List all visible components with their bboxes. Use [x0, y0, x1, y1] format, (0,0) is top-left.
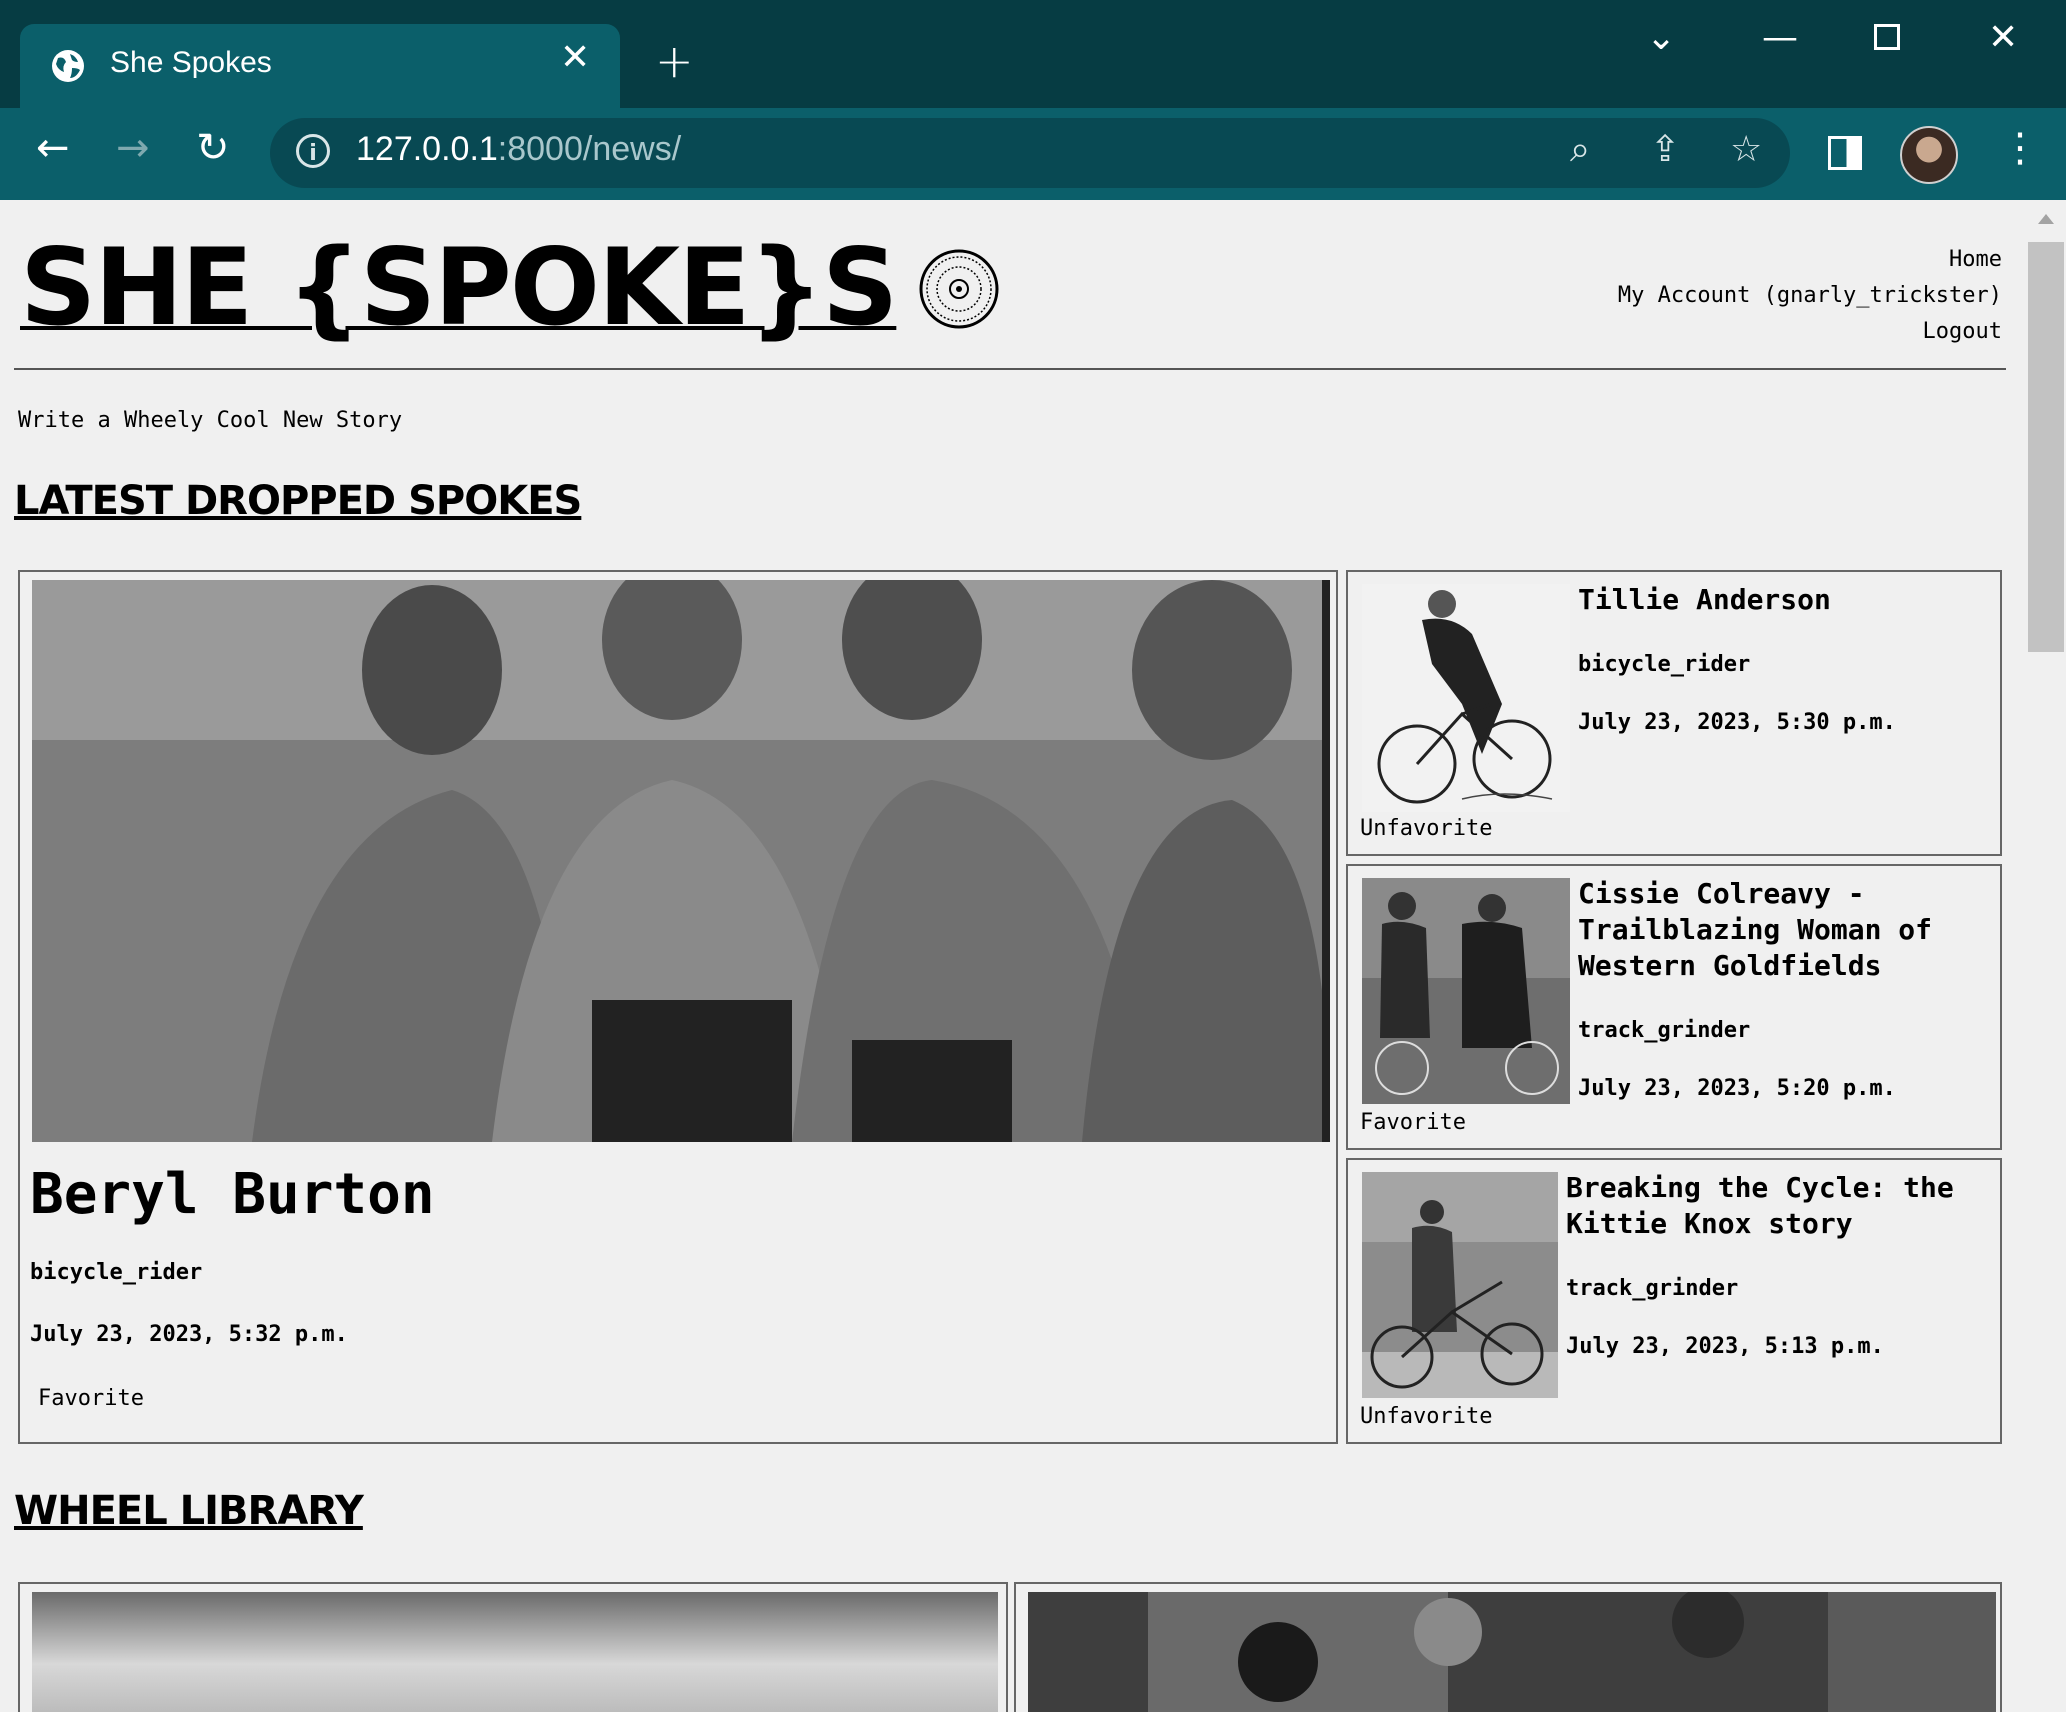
featured-story-date: July 23, 2023, 5:32 p.m.: [30, 1322, 348, 1347]
featured-story-image[interactable]: [32, 580, 1330, 1142]
featured-story-author: bicycle_rider: [30, 1260, 203, 1285]
tab-search-icon[interactable]: ⌄: [1646, 20, 1676, 56]
side-favorite-button[interactable]: Unfavorite: [1360, 1404, 1492, 1429]
nav-my-account-link[interactable]: My Account (gnarly_trickster): [1618, 278, 2002, 314]
nav-home-link[interactable]: Home: [1618, 242, 2002, 278]
menu-kebab-icon[interactable]: ⋮: [2000, 128, 2040, 168]
reload-icon[interactable]: ↻: [196, 128, 230, 168]
forward-icon[interactable]: →: [116, 128, 150, 168]
library-card[interactable]: [1014, 1582, 2002, 1712]
browser-tab[interactable]: She Spokes ✕: [20, 24, 620, 108]
side-story-date: July 23, 2023, 5:13 p.m.: [1566, 1334, 1884, 1359]
library-card-image[interactable]: [1028, 1592, 1996, 1712]
header-divider: [14, 368, 2006, 370]
tab-close-icon[interactable]: ✕: [560, 40, 590, 76]
share-icon[interactable]: ⇪: [1650, 132, 1680, 168]
side-story-title[interactable]: Tillie Anderson: [1578, 582, 1988, 618]
library-card-image[interactable]: [32, 1592, 998, 1712]
side-story-date: July 23, 2023, 5:30 p.m.: [1578, 710, 1896, 735]
latest-heading: LATEST DROPPED SPOKES: [14, 478, 582, 524]
bicycle-wheel-icon: [919, 249, 999, 329]
side-story-image[interactable]: [1362, 584, 1570, 812]
page-content: SHE {SPOKE}S Home My Account (gnarly_tri…: [0, 200, 2026, 1712]
browser-toolbar: ← → ↻ i 127.0.0.1:8000/news/ ⌕ ⇪ ☆ ⋮: [0, 108, 2066, 200]
browser-tab-bar: She Spokes ✕ + ⌄ — ✕: [0, 0, 2066, 108]
side-panel-icon[interactable]: [1828, 136, 1862, 170]
library-card[interactable]: [18, 1582, 1008, 1712]
side-story-title[interactable]: Cissie Colreavy - Trailblazing Woman of …: [1578, 876, 1988, 984]
side-story-card[interactable]: Tillie Anderson bicycle_rider July 23, 2…: [1346, 570, 2002, 856]
side-story-author: track_grinder: [1566, 1276, 1739, 1301]
minimize-icon[interactable]: —: [1762, 20, 1798, 56]
scroll-up-icon[interactable]: [2038, 214, 2054, 224]
zoom-icon[interactable]: ⌕: [1570, 132, 1590, 168]
site-info-icon[interactable]: i: [296, 134, 330, 168]
side-story-author: track_grinder: [1578, 1018, 1751, 1043]
side-story-card[interactable]: Cissie Colreavy - Trailblazing Woman of …: [1346, 864, 2002, 1150]
side-favorite-button[interactable]: Favorite: [1360, 1110, 1466, 1135]
featured-story-title[interactable]: Beryl Burton: [30, 1162, 435, 1227]
site-logo[interactable]: SHE {SPOKE}S: [20, 229, 898, 347]
bookmark-star-icon[interactable]: ☆: [1730, 132, 1762, 168]
back-icon[interactable]: ←: [36, 128, 70, 168]
top-nav: Home My Account (gnarly_trickster) Logou…: [1618, 242, 2002, 350]
side-story-date: July 23, 2023, 5:20 p.m.: [1578, 1076, 1896, 1101]
side-story-card[interactable]: Breaking the Cycle: the Kittie Knox stor…: [1346, 1158, 2002, 1444]
close-window-icon[interactable]: ✕: [1988, 20, 2018, 56]
side-story-author: bicycle_rider: [1578, 652, 1751, 677]
side-favorite-button[interactable]: Unfavorite: [1360, 816, 1492, 841]
write-story-link[interactable]: Write a Wheely Cool New Story: [18, 408, 402, 433]
side-story-image[interactable]: [1362, 878, 1570, 1104]
address-bar[interactable]: i 127.0.0.1:8000/news/ ⌕ ⇪ ☆: [270, 118, 1790, 188]
maximize-icon[interactable]: [1874, 24, 1900, 50]
wheel-library-heading: WHEEL LIBRARY: [14, 1488, 364, 1534]
featured-story-card[interactable]: Beryl Burton bicycle_rider July 23, 2023…: [18, 570, 1338, 1444]
profile-avatar[interactable]: [1900, 126, 1958, 184]
page-scrollbar[interactable]: [2026, 200, 2066, 1682]
side-story-title[interactable]: Breaking the Cycle: the Kittie Knox stor…: [1566, 1170, 1986, 1242]
new-tab-icon[interactable]: +: [655, 38, 694, 84]
nav-logout-link[interactable]: Logout: [1618, 314, 2002, 350]
featured-favorite-button[interactable]: Favorite: [38, 1386, 144, 1411]
side-story-image[interactable]: [1362, 1172, 1558, 1398]
globe-icon: [52, 50, 84, 82]
tab-title: She Spokes: [110, 46, 272, 79]
url-text[interactable]: 127.0.0.1:8000/news/: [356, 130, 681, 169]
scrollbar-thumb[interactable]: [2028, 242, 2064, 652]
